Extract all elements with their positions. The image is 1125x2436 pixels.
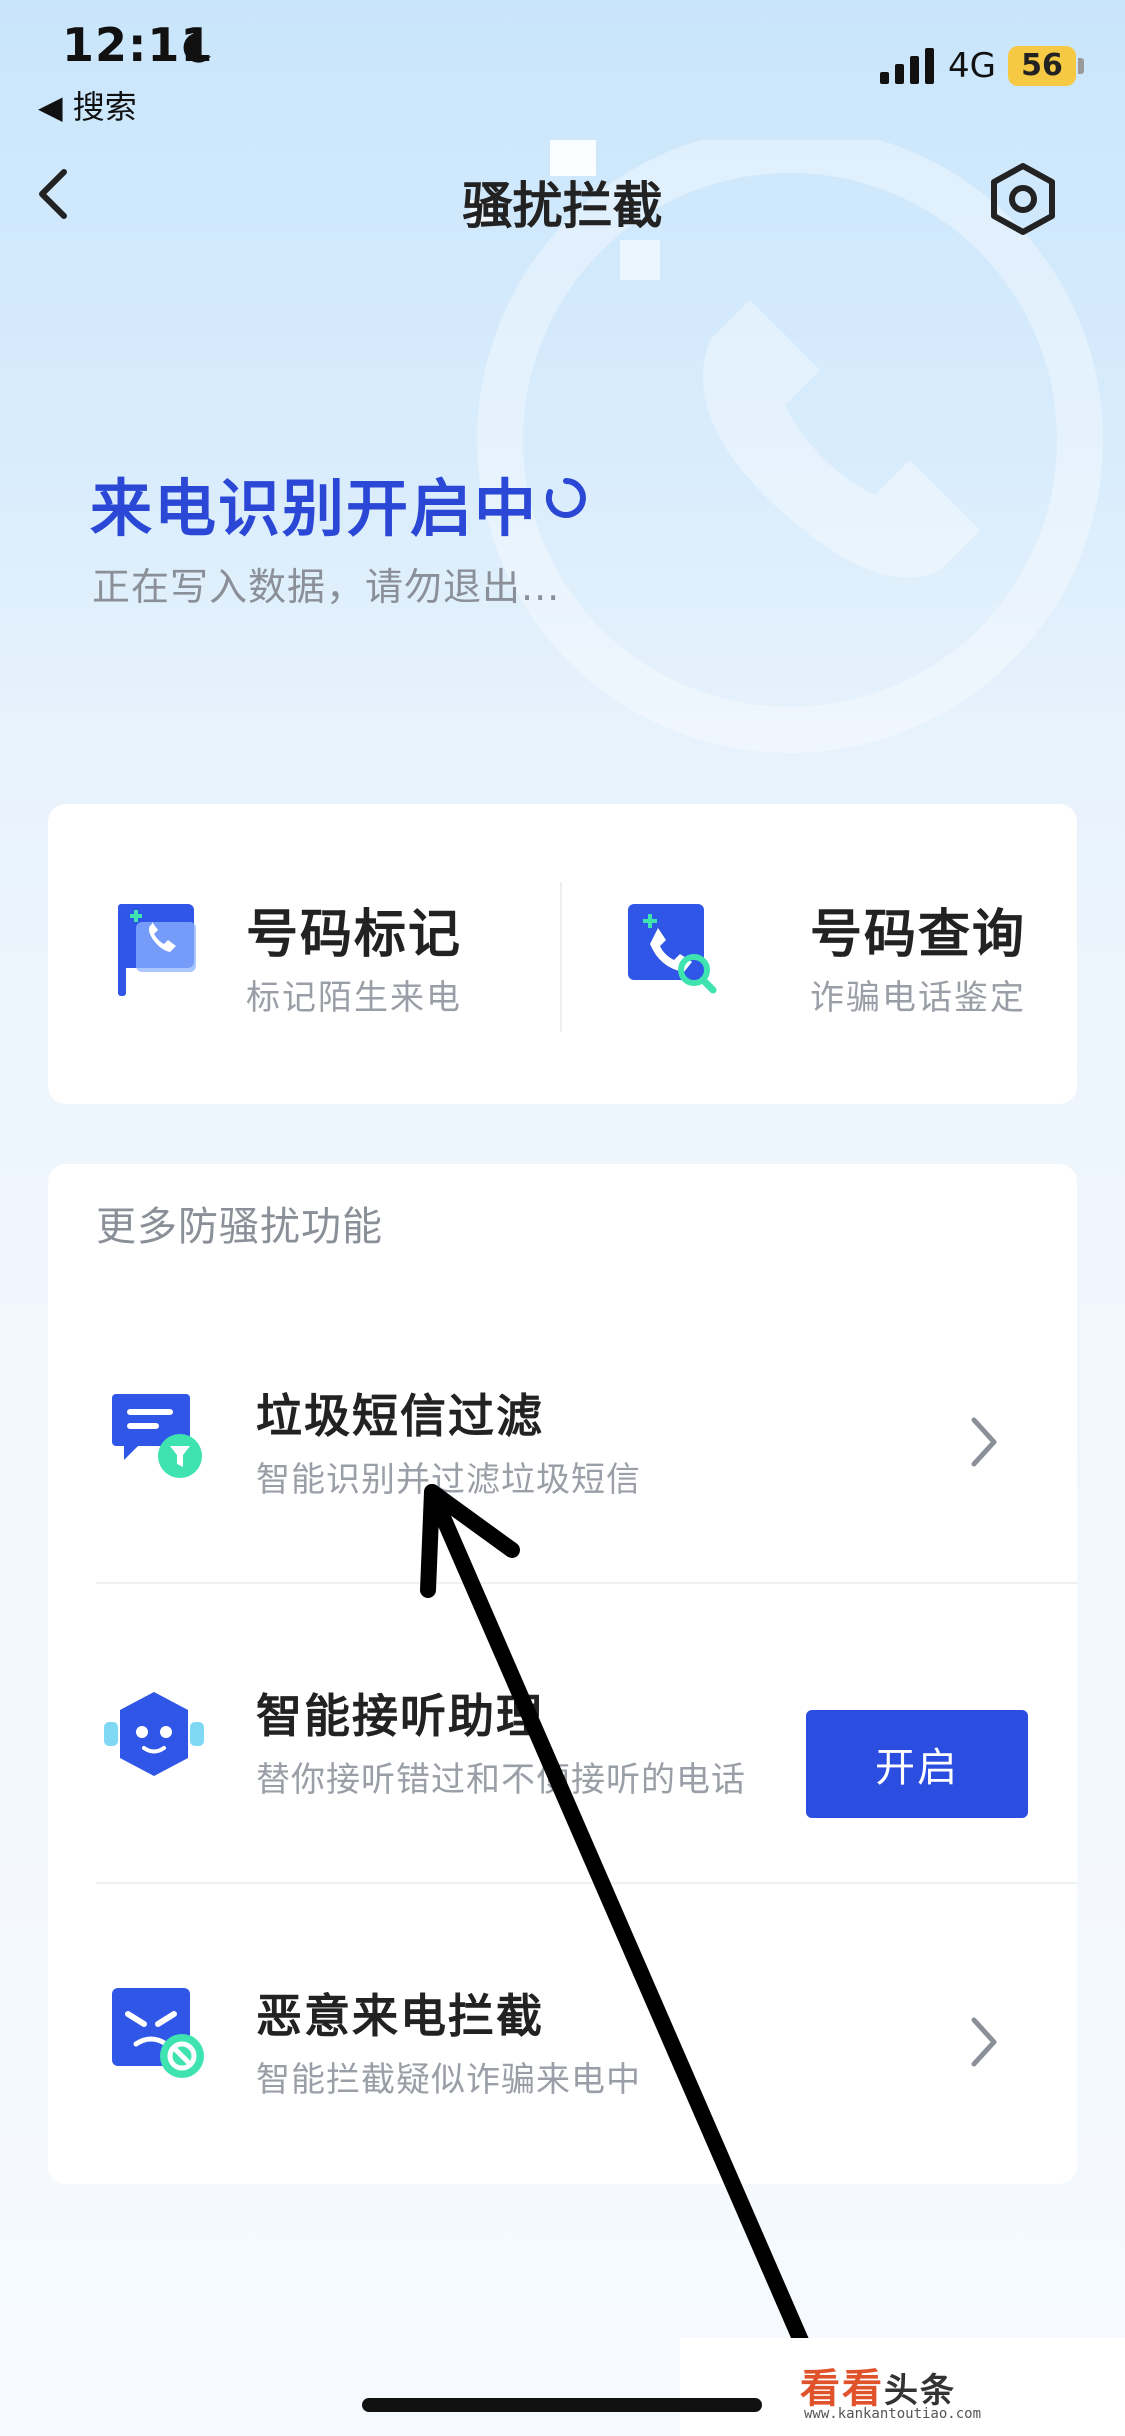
chevron-right-icon xyxy=(971,2017,997,2067)
moon-icon xyxy=(183,32,211,63)
number-lookup-icon xyxy=(628,904,717,994)
caller-id-status-title: 来电识别开启中 xyxy=(90,472,539,545)
number-mark-title: 号码标记 xyxy=(246,905,463,965)
battery-indicator: 56 xyxy=(1008,46,1076,86)
watermark-url: www.kankantoutiao.com xyxy=(804,2406,982,2422)
malicious-call-block-row[interactable]: 恶意来电拦截 智能拦截疑似诈骗来电中 xyxy=(48,1882,1077,2182)
number-lookup-subtitle: 诈骗电话鉴定 xyxy=(810,978,1026,1018)
home-indicator[interactable] xyxy=(362,2398,762,2412)
spam-sms-filter-subtitle: 智能识别并过滤垃圾短信 xyxy=(256,1460,641,1500)
caller-id-status-subtitle: 正在写入数据，请勿退出... xyxy=(92,565,561,609)
sms-filter-icon xyxy=(112,1394,202,1478)
back-to-search-link[interactable]: ◀ 搜索 xyxy=(38,82,137,128)
network-type: 4G xyxy=(948,46,996,86)
spam-sms-filter-title: 垃圾短信过滤 xyxy=(256,1389,544,1443)
settings-hexagon-icon[interactable] xyxy=(988,162,1058,236)
smart-answer-assistant-row[interactable]: 智能接听助理 替你接听错过和不便接听的电话 开启 xyxy=(48,1582,1077,1882)
robot-assistant-icon xyxy=(104,1692,204,1776)
chevron-right-icon xyxy=(971,1417,997,1467)
smart-answer-assistant-subtitle: 替你接听错过和不便接听的电话 xyxy=(256,1760,746,1800)
source-watermark: 看看头条 www.kankantoutiao.com xyxy=(680,2338,1125,2436)
number-mark-subtitle: 标记陌生来电 xyxy=(246,978,462,1018)
block-call-icon xyxy=(112,1988,204,2078)
more-features-heading: 更多防骚扰功能 xyxy=(96,1204,383,1250)
loading-spinner-icon xyxy=(545,478,586,518)
spam-sms-filter-row[interactable]: 垃圾短信过滤 智能识别并过滤垃圾短信 xyxy=(48,1282,1077,1582)
signal-icon xyxy=(880,48,934,84)
page-title: 骚扰拦截 xyxy=(462,177,663,235)
number-lookup-tool[interactable]: 号码查询 诈骗电话鉴定 xyxy=(562,804,1077,1104)
number-mark-icon xyxy=(118,904,196,996)
malicious-call-block-subtitle: 智能拦截疑似诈骗来电中 xyxy=(256,2060,641,2100)
more-features-card: 更多防骚扰功能 垃圾短信过滤 智能识别并过滤垃圾短信 智能接听助理 替你接听错过… xyxy=(48,1164,1077,2184)
number-mark-tool[interactable]: 号码标记 标记陌生来电 xyxy=(48,804,560,1104)
battery-cap xyxy=(1078,58,1084,74)
number-lookup-title: 号码查询 xyxy=(810,905,1027,965)
tools-card: 号码标记 标记陌生来电 号码查询 诈骗电话鉴定 xyxy=(48,804,1077,1104)
malicious-call-block-title: 恶意来电拦截 xyxy=(256,1989,544,2043)
smart-answer-assistant-title: 智能接听助理 xyxy=(256,1689,544,1743)
enable-assistant-button[interactable]: 开启 xyxy=(806,1710,1028,1818)
